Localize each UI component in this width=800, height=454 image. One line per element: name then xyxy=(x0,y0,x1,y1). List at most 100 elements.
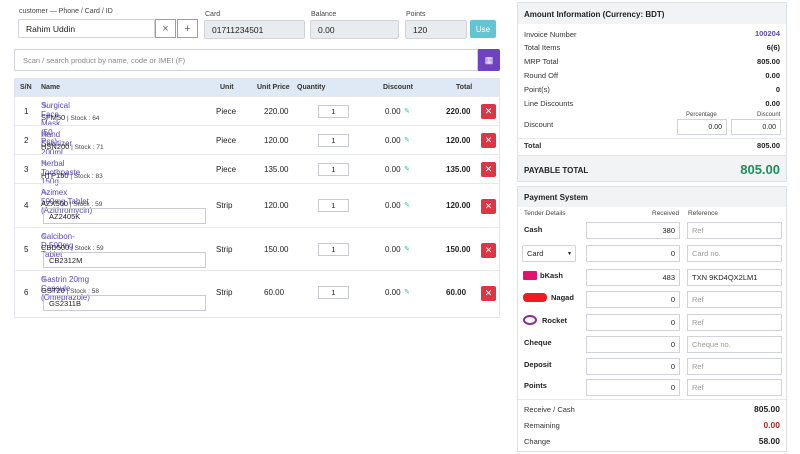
row-unit: Strip xyxy=(216,288,233,297)
col-received: Received xyxy=(652,210,680,217)
table-row: 1 Surgical Face Mask (50 Pcs) ✎ SFM50 | … xyxy=(15,96,499,146)
points-pay-label: Points xyxy=(524,381,547,390)
remaining-value: 0.00 xyxy=(763,420,780,430)
discount-edit-icon[interactable]: ✎ xyxy=(404,288,410,296)
cheque-no-input[interactable]: Cheque no. xyxy=(687,336,782,353)
points-value: 0 xyxy=(775,85,780,94)
line-discounts-label: Line Discounts xyxy=(524,99,574,108)
card-type-select[interactable]: Card ▾ xyxy=(522,245,576,262)
close-icon: ✕ xyxy=(484,288,493,298)
discount-percentage-input[interactable]: 0.00 xyxy=(677,119,727,135)
plus-icon: + xyxy=(184,22,191,35)
card-field[interactable]: 01711234501 xyxy=(204,20,305,39)
table-row: 6 Gastrin 20mg Capsule (Omeprazole) ✎ GS… xyxy=(15,270,499,317)
barcode-icon: ▦ xyxy=(484,54,494,65)
remove-item-button[interactable]: ✕ xyxy=(481,243,496,258)
add-customer-button[interactable]: + xyxy=(177,19,198,38)
quantity-input[interactable]: 1 xyxy=(318,105,349,118)
cheque-received-input[interactable]: 0 xyxy=(586,336,680,353)
clear-customer-button[interactable]: × xyxy=(155,19,176,38)
cash-received-input[interactable]: 380 xyxy=(586,222,680,239)
col-tender: Tender Details xyxy=(524,210,566,217)
deposit-received-input[interactable]: 0 xyxy=(586,358,680,375)
close-icon: ✕ xyxy=(484,164,493,174)
scan-button[interactable]: ▦ xyxy=(478,49,500,71)
row-price: 135.00 xyxy=(264,165,289,174)
row-sn: 5 xyxy=(24,245,29,254)
cash-ref-input[interactable]: Ref xyxy=(687,222,782,239)
discount-edit-icon[interactable]: ✎ xyxy=(404,165,410,173)
quantity-input[interactable]: 1 xyxy=(318,163,349,176)
change-value: 58.00 xyxy=(758,436,780,446)
discount-edit-icon[interactable]: ✎ xyxy=(404,136,410,144)
row-sn: 2 xyxy=(24,136,29,145)
col-total: Total xyxy=(456,84,473,91)
table-row: 4 Azimex 500mg Tablet (Azithromycin) ✎ A… xyxy=(15,183,499,227)
row-total: 150.00 xyxy=(446,245,471,254)
roundoff-label: Round Off xyxy=(524,71,559,80)
remove-item-button[interactable]: ✕ xyxy=(481,199,496,214)
discount-edit-icon[interactable]: ✎ xyxy=(404,201,410,209)
row-sn: 3 xyxy=(24,165,29,174)
close-icon: ✕ xyxy=(484,106,493,116)
close-icon: ✕ xyxy=(484,201,493,211)
chevron-down-icon: ▾ xyxy=(567,251,571,257)
discount-amount-label: Discount xyxy=(757,112,781,118)
discount-edit-icon[interactable]: ✎ xyxy=(404,107,410,115)
card-no-input[interactable]: Card no. xyxy=(687,245,782,262)
discount-edit-icon[interactable]: ✎ xyxy=(404,245,410,253)
table-row: 5 Calcibon-D 500mg Tablet ✎ CBD500 | Sto… xyxy=(15,227,499,270)
quantity-input[interactable]: 1 xyxy=(318,199,349,212)
discount-amount-input[interactable]: 0.00 xyxy=(731,119,781,135)
deposit-ref-input[interactable]: Ref xyxy=(687,358,782,375)
card-received-input[interactable]: 0 xyxy=(586,245,680,262)
nagad-ref-input[interactable]: Ref xyxy=(687,291,782,308)
row-discount: 0.00 xyxy=(385,136,401,145)
remove-item-button[interactable]: ✕ xyxy=(481,133,496,148)
points-ref-input[interactable]: Ref xyxy=(687,379,782,396)
col-unit: Unit xyxy=(220,84,234,91)
remove-item-button[interactable]: ✕ xyxy=(481,162,496,177)
remove-item-button[interactable]: ✕ xyxy=(481,286,496,301)
points-received-input[interactable]: 0 xyxy=(586,379,680,396)
use-points-button[interactable]: Use xyxy=(470,20,496,38)
row-price: 120.00 xyxy=(264,136,289,145)
quantity-input[interactable]: 1 xyxy=(318,243,349,256)
rocket-ref-input[interactable]: Ref xyxy=(687,314,782,331)
nagad-received-input[interactable]: 0 xyxy=(586,291,680,308)
row-unit: Piece xyxy=(216,136,237,145)
rocket-label: Rocket xyxy=(542,316,568,325)
payment-panel: Payment System Tender Details Received R… xyxy=(517,186,787,452)
edit-icon: ✎ xyxy=(41,232,48,241)
total-items-label: Total Items xyxy=(524,43,561,52)
points-field[interactable]: 120 xyxy=(405,20,467,39)
remove-item-button[interactable]: ✕ xyxy=(481,104,496,119)
edit-icon: ✎ xyxy=(41,159,48,168)
row-total: 120.00 xyxy=(446,136,471,145)
product-search-input[interactable]: Scan / search product by name, code or I… xyxy=(14,49,478,71)
imei-input[interactable]: CB2312M xyxy=(43,252,206,268)
row-total: 135.00 xyxy=(446,165,471,174)
customer-label: customer — Phone / Card / ID xyxy=(19,8,113,15)
row-unit: Piece xyxy=(216,165,237,174)
cash-label: Cash xyxy=(524,225,543,234)
imei-input[interactable]: GS2311B xyxy=(43,295,206,311)
quantity-input[interactable]: 1 xyxy=(318,286,349,299)
roundoff-value: 0.00 xyxy=(765,71,780,80)
row-sn: 6 xyxy=(24,288,29,297)
invoice-label: Invoice Number xyxy=(524,30,577,39)
bkash-ref-input[interactable]: TXN 9KD4QX2LM1 xyxy=(687,269,782,286)
row-discount: 0.00 xyxy=(385,288,401,297)
total-items: 6(6) xyxy=(766,43,780,52)
product-code: SFM50 | Stock : 64 xyxy=(41,113,100,122)
col-unit-price: Unit Price xyxy=(257,84,290,91)
edit-icon: ✎ xyxy=(41,275,48,284)
customer-input[interactable]: Rahim Uddin xyxy=(18,19,155,38)
imei-input[interactable]: AZ2405K xyxy=(43,208,206,224)
rocket-received-input[interactable]: 0 xyxy=(586,314,680,331)
discount-label: Discount xyxy=(524,120,554,129)
bkash-received-input[interactable]: 483 xyxy=(586,269,680,286)
cheque-label: Cheque xyxy=(524,338,552,347)
receive-cash-label: Receive / Cash xyxy=(524,405,575,414)
quantity-input[interactable]: 1 xyxy=(318,134,349,147)
